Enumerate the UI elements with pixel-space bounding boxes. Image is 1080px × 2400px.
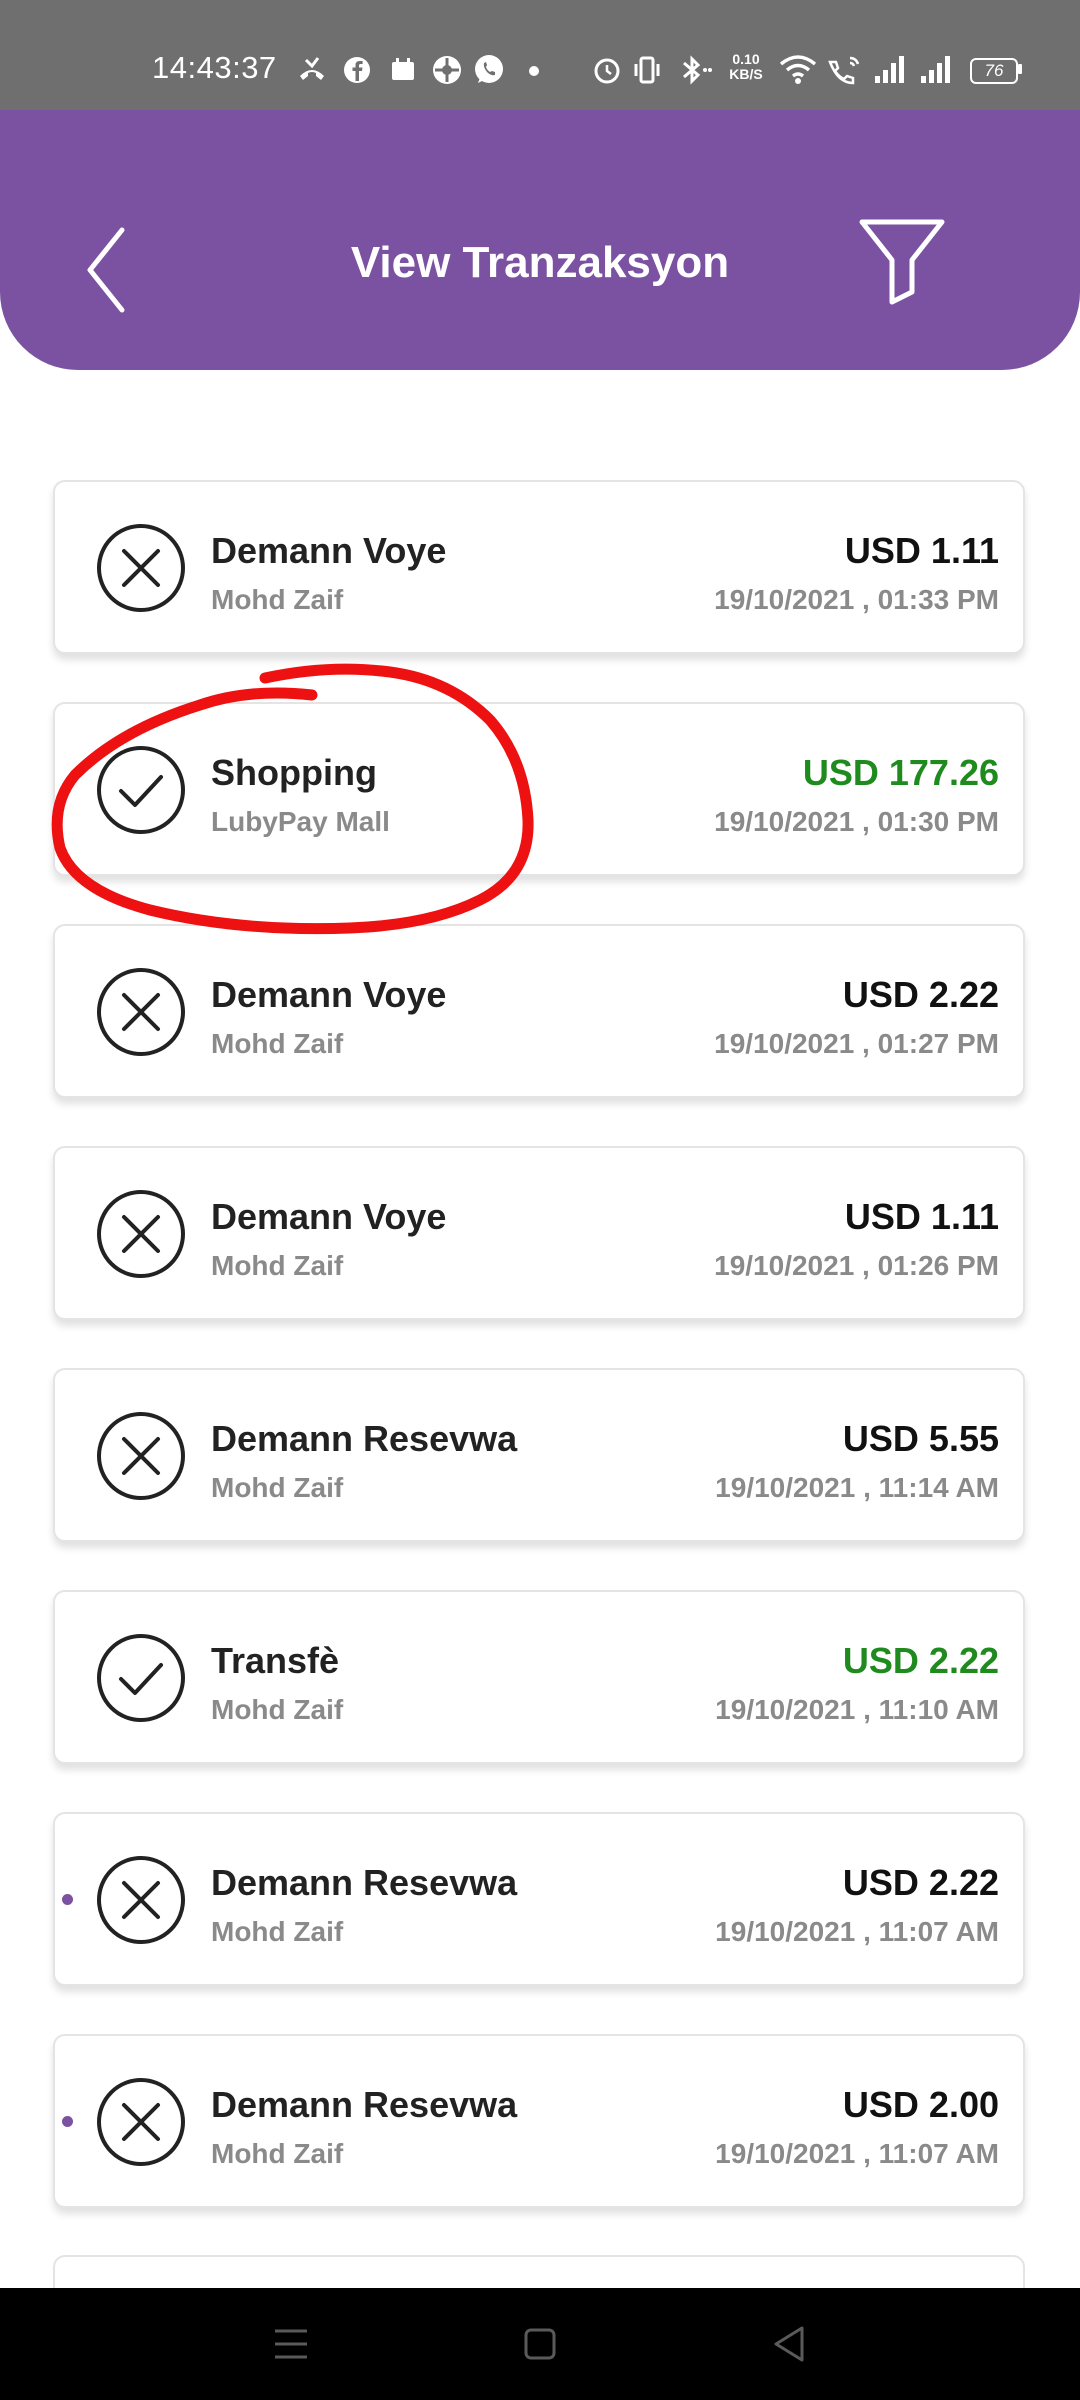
- home-icon[interactable]: [512, 2316, 568, 2372]
- back-nav-icon[interactable]: [762, 2316, 818, 2372]
- signal-strength-sim1-icon: [875, 56, 904, 83]
- transaction-title: Shopping: [211, 752, 377, 793]
- whatsapp-icon: [475, 55, 503, 83]
- transaction-counterparty: Mohd Zaif: [211, 1250, 344, 1281]
- system-navigation-bar: [0, 2288, 1080, 2400]
- more-notifications-dot-icon: [529, 66, 539, 76]
- app-icon: [433, 56, 461, 84]
- transaction-counterparty: Mohd Zaif: [211, 584, 344, 615]
- cancel-circle-icon: [97, 1190, 185, 1278]
- check-circle-icon: [97, 1634, 185, 1722]
- signal-strength-sim2-icon: [921, 56, 950, 83]
- status-bar: 14:43:37 0.10 KB/S 76: [0, 0, 1080, 110]
- facebook-icon: [344, 57, 370, 83]
- transaction-date: 19/10/2021 , 11:07 AM: [715, 1916, 999, 1947]
- cancel-circle-icon: [97, 524, 185, 612]
- app-header: View Tranzaksyon: [0, 110, 1080, 370]
- transaction-card[interactable]: Demann Resevwa Mohd Zaif USD 2.00 19/10/…: [53, 2034, 1025, 2208]
- transaction-title: Demann Voye: [211, 1196, 447, 1237]
- menu-icon[interactable]: [263, 2316, 319, 2372]
- check-circle-icon: [97, 746, 185, 834]
- transaction-date: 19/10/2021 , 11:07 AM: [715, 2138, 999, 2169]
- transaction-counterparty: Mohd Zaif: [211, 2138, 344, 2169]
- alarm-icon: [594, 58, 620, 84]
- transaction-card-partial[interactable]: [53, 2255, 1025, 2290]
- transaction-title: Transfè: [211, 1640, 340, 1681]
- transaction-title: Demann Resevwa: [211, 2084, 518, 2125]
- cancel-circle-icon: [97, 2078, 185, 2166]
- transaction-title: Demann Resevwa: [211, 1418, 518, 1459]
- wifi-calling-icon: [828, 56, 860, 85]
- transaction-card[interactable]: Shopping LubyPay Mall USD 177.26 19/10/2…: [53, 702, 1025, 876]
- battery-tip: [1018, 64, 1022, 74]
- network-speed-unit: KB/S: [729, 66, 763, 82]
- transaction-title: Demann Voye: [211, 530, 447, 571]
- transaction-card[interactable]: Demann Voye Mohd Zaif USD 1.11 19/10/202…: [53, 480, 1025, 654]
- transaction-amount: USD 1.11: [844, 1196, 999, 1237]
- filter-icon[interactable]: [856, 206, 948, 306]
- status-time: 14:43:37: [152, 50, 277, 85]
- transaction-date: 19/10/2021 , 11:14 AM: [715, 1472, 999, 1503]
- unread-indicator-dot: [62, 2116, 73, 2127]
- transaction-amount: USD 1.11: [844, 530, 999, 571]
- transaction-card[interactable]: Demann Resevwa Mohd Zaif USD 2.22 19/10/…: [53, 1812, 1025, 1986]
- transaction-date: 19/10/2021 , 01:30 PM: [714, 806, 999, 837]
- cancel-circle-icon: [97, 1412, 185, 1500]
- transaction-amount: USD 2.22: [842, 1862, 999, 1903]
- transaction-amount: USD 2.22: [842, 974, 999, 1015]
- network-speed: 0.10 KB/S: [724, 52, 768, 82]
- transaction-date: 19/10/2021 , 11:10 AM: [715, 1694, 999, 1725]
- transaction-amount: USD 177.26: [802, 752, 999, 793]
- transaction-counterparty: Mohd Zaif: [211, 1916, 344, 1947]
- transaction-card[interactable]: Demann Voye Mohd Zaif USD 2.22 19/10/202…: [53, 924, 1025, 1098]
- battery-level: 76: [970, 58, 1018, 84]
- transaction-date: 19/10/2021 , 01:33 PM: [714, 584, 999, 615]
- transaction-title: Demann Voye: [211, 974, 447, 1015]
- missed-call-icon: [300, 57, 324, 80]
- transaction-amount: USD 2.22: [842, 1640, 999, 1681]
- unread-indicator-dot: [62, 1894, 73, 1905]
- transaction-counterparty: Mohd Zaif: [211, 1472, 344, 1503]
- transaction-list[interactable]: Demann Voye Mohd Zaif USD 1.11 19/10/202…: [0, 480, 1080, 2290]
- transaction-card[interactable]: Demann Voye Mohd Zaif USD 1.11 19/10/202…: [53, 1146, 1025, 1320]
- transaction-amount: USD 2.00: [842, 2084, 999, 2125]
- transaction-counterparty: LubyPay Mall: [211, 806, 390, 837]
- cancel-circle-icon: [97, 968, 185, 1056]
- calendar-icon: [392, 58, 414, 80]
- transaction-card[interactable]: Transfè Mohd Zaif USD 2.22 19/10/2021 , …: [53, 1590, 1025, 1764]
- transaction-counterparty: Mohd Zaif: [211, 1694, 344, 1725]
- transaction-date: 19/10/2021 , 01:27 PM: [714, 1028, 999, 1059]
- transaction-counterparty: Mohd Zaif: [211, 1028, 344, 1059]
- transaction-amount: USD 5.55: [842, 1418, 999, 1459]
- network-speed-value: 0.10: [732, 51, 760, 67]
- bluetooth-icon: [683, 55, 712, 85]
- cancel-circle-icon: [97, 1856, 185, 1944]
- transaction-card[interactable]: Demann Resevwa Mohd Zaif USD 5.55 19/10/…: [53, 1368, 1025, 1542]
- transaction-date: 19/10/2021 , 01:26 PM: [714, 1250, 999, 1281]
- vibrate-icon: [634, 56, 660, 84]
- transaction-title: Demann Resevwa: [211, 1862, 518, 1903]
- wifi-icon: [779, 55, 817, 84]
